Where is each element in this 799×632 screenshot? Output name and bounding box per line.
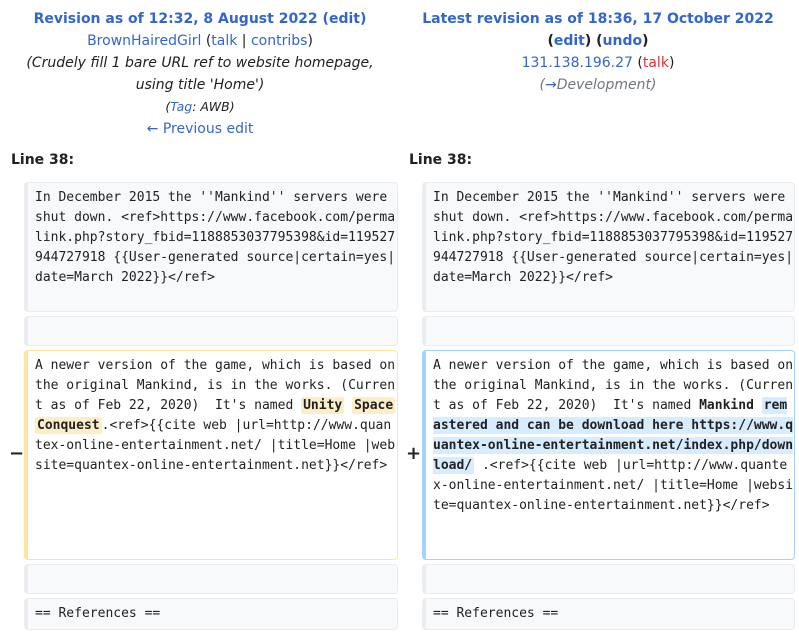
- left-references-cell: == References ==: [24, 598, 398, 630]
- added-line-cell: A newer version of the game, which is ba…: [422, 350, 795, 560]
- tag-label-link[interactable]: Tag: [170, 99, 192, 114]
- left-empty-context-cell: [24, 316, 398, 346]
- left-revision-title-link[interactable]: Revision as of 12:32, 8 August 2022: [34, 11, 318, 27]
- added-line-marker: +: [406, 443, 422, 464]
- left-summary-line2: using title 'Home'): [135, 77, 265, 93]
- deleted-line-cell: A newer version of the game, which is ba…: [24, 350, 398, 560]
- right-undo-link[interactable]: undo: [603, 33, 643, 49]
- right-empty-context-cell: [422, 316, 795, 346]
- right-edit-paren-close: ) (: [584, 33, 603, 49]
- deleted-word-space: Space: [352, 397, 396, 414]
- right-edit-summary: (→Development): [398, 74, 798, 96]
- left-talk-link[interactable]: talk: [211, 33, 237, 49]
- right-ip-link[interactable]: 131.138.196.27: [522, 55, 633, 71]
- left-edit-summary: (Crudely fill 1 bare URL ref to website …: [0, 52, 400, 96]
- added-text-after: .<ref>{{cite web |url=http://www.quantex…: [433, 458, 794, 513]
- left-edit-link[interactable]: edit: [329, 11, 360, 27]
- tag-value: AWB: [200, 99, 230, 114]
- right-talk-link[interactable]: talk: [643, 55, 669, 71]
- left-summary-line1: (Crudely fill 1 bare URL ref to website …: [26, 55, 374, 71]
- left-context-cell: In December 2015 the ''Mankind'' servers…: [24, 182, 398, 312]
- left-empty-context-cell-2: [24, 564, 398, 594]
- deleted-line-marker: −: [9, 443, 25, 464]
- left-user-link[interactable]: BrownHairedGirl: [87, 33, 201, 49]
- tag-paren-close: ): [229, 99, 235, 114]
- left-paren: (: [317, 11, 329, 27]
- right-context-cell: In December 2015 the ''Mankind'' servers…: [422, 182, 795, 312]
- right-empty-context-cell-2: [422, 564, 795, 594]
- deleted-word-unity: Unity: [301, 397, 345, 414]
- section-arrow-link[interactable]: →: [545, 77, 557, 93]
- left-contribs-link[interactable]: contribs: [251, 33, 307, 49]
- right-undo-paren-close: ): [642, 33, 649, 49]
- left-user-paren-close: ): [307, 33, 313, 49]
- deleted-text-before: A newer version of the game, which is ba…: [35, 358, 403, 413]
- previous-edit-link[interactable]: ← Previous edit: [147, 121, 254, 137]
- right-talk-paren-close: ): [668, 55, 675, 71]
- left-user-sep: |: [237, 33, 251, 49]
- deleted-word-conquest: Conquest: [35, 417, 102, 434]
- left-paren-close: ): [359, 11, 367, 27]
- right-line-number: Line 38:: [409, 152, 473, 168]
- right-references-cell: == References ==: [422, 598, 795, 630]
- left-tag: (Tag: AWB): [0, 96, 400, 118]
- section-name: Development: [556, 77, 651, 93]
- left-revision-header: Revision as of 12:32, 8 August 2022 (edi…: [0, 8, 400, 140]
- right-revision-header: Latest revision as of 18:36, 17 October …: [398, 8, 798, 96]
- right-edit-link[interactable]: edit: [554, 33, 585, 49]
- added-unchanged-word: Mankind: [699, 398, 754, 413]
- left-line-number: Line 38:: [11, 152, 75, 168]
- right-revision-title-link[interactable]: Latest revision as of 18:36, 17 October …: [422, 11, 774, 27]
- summary-paren-close: ): [650, 77, 657, 93]
